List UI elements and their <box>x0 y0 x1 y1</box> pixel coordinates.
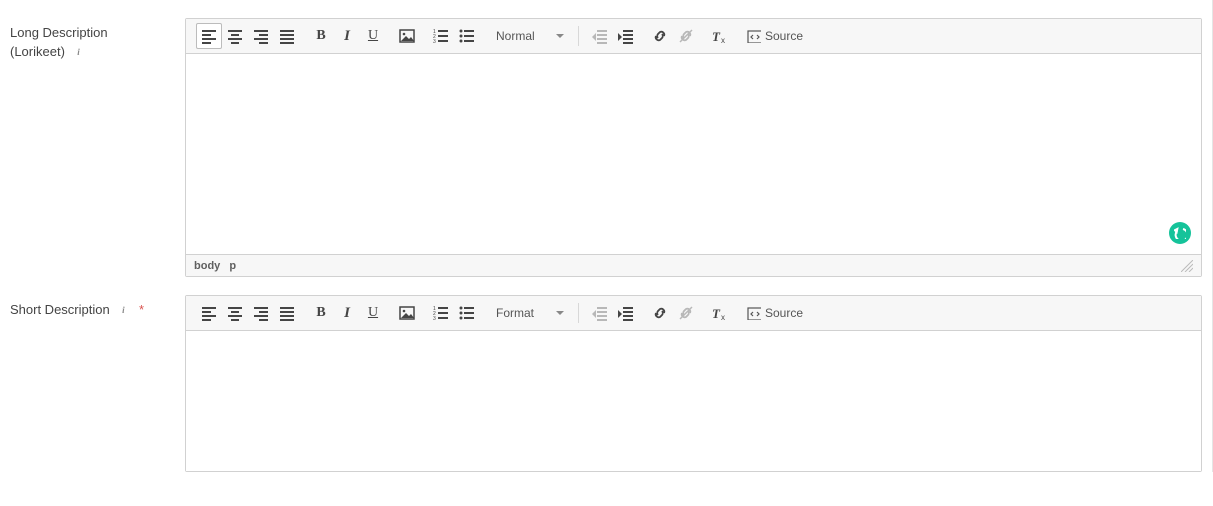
underline-button[interactable]: U <box>360 300 386 326</box>
bold-icon: B <box>316 305 325 321</box>
align-left-button[interactable] <box>196 23 222 49</box>
remove-format-button[interactable] <box>707 300 733 326</box>
indent-button[interactable] <box>613 23 639 49</box>
short-description-label: Short Description i * <box>10 295 185 320</box>
long-description-row: Long Description (Lorikeet) i B I U <box>10 18 1202 277</box>
remove-format-button[interactable] <box>707 23 733 49</box>
chevron-down-icon <box>556 311 564 315</box>
image-button[interactable] <box>394 23 420 49</box>
long-description-label: Long Description (Lorikeet) i <box>10 18 185 62</box>
element-path: body p <box>194 260 242 272</box>
bold-icon: B <box>316 28 325 44</box>
format-dropdown[interactable]: Normal <box>488 24 570 48</box>
short-description-editor: B I U Format <box>185 295 1202 472</box>
source-icon <box>747 306 761 320</box>
editor-status-bar: body p <box>186 254 1201 276</box>
unlink-button[interactable] <box>673 23 699 49</box>
link-button[interactable] <box>647 300 673 326</box>
toolbar-separator <box>578 303 579 323</box>
underline-button[interactable]: U <box>360 23 386 49</box>
source-button[interactable]: Source <box>741 23 809 49</box>
label-text-line2: (Lorikeet) <box>10 44 65 59</box>
unlink-button[interactable] <box>673 300 699 326</box>
resize-handle[interactable] <box>1181 260 1193 272</box>
bold-button[interactable]: B <box>308 300 334 326</box>
chevron-down-icon <box>556 34 564 38</box>
source-icon <box>747 29 761 43</box>
italic-icon: I <box>344 28 350 45</box>
format-dropdown[interactable]: Format <box>488 301 570 325</box>
italic-button[interactable]: I <box>334 300 360 326</box>
underline-icon: U <box>368 28 378 44</box>
label-text: Short Description <box>10 302 110 317</box>
path-body[interactable]: body <box>194 260 220 272</box>
indent-button[interactable] <box>613 300 639 326</box>
bullet-list-button[interactable] <box>454 300 480 326</box>
grammarly-icon <box>1174 227 1186 239</box>
numbered-list-button[interactable] <box>428 23 454 49</box>
required-indicator: * <box>139 302 144 317</box>
editor-toolbar: B I U Format <box>186 296 1201 331</box>
info-icon[interactable]: i <box>73 46 85 58</box>
align-center-button[interactable] <box>222 23 248 49</box>
label-text-line1: Long Description <box>10 25 108 40</box>
grammarly-badge[interactable] <box>1169 222 1191 244</box>
align-right-button[interactable] <box>248 23 274 49</box>
numbered-list-button[interactable] <box>428 300 454 326</box>
editor-content-area[interactable] <box>186 54 1201 254</box>
short-description-row: Short Description i * B I U <box>10 295 1202 472</box>
path-p[interactable]: p <box>229 260 236 272</box>
format-value: Normal <box>496 29 535 43</box>
editor-toolbar: B I U Normal <box>186 19 1201 54</box>
source-button[interactable]: Source <box>741 300 809 326</box>
bullet-list-button[interactable] <box>454 23 480 49</box>
toolbar-separator <box>578 26 579 46</box>
long-description-editor: B I U Normal <box>185 18 1202 277</box>
align-left-button[interactable] <box>196 300 222 326</box>
align-justify-button[interactable] <box>274 23 300 49</box>
outdent-button[interactable] <box>587 300 613 326</box>
source-label: Source <box>765 29 803 43</box>
align-justify-button[interactable] <box>274 300 300 326</box>
format-value: Format <box>496 306 534 320</box>
image-button[interactable] <box>394 300 420 326</box>
underline-icon: U <box>368 305 378 321</box>
italic-button[interactable]: I <box>334 23 360 49</box>
align-right-button[interactable] <box>248 300 274 326</box>
align-center-button[interactable] <box>222 300 248 326</box>
outdent-button[interactable] <box>587 23 613 49</box>
info-icon[interactable]: i <box>117 305 129 317</box>
editor-content-area[interactable] <box>186 331 1201 471</box>
source-label: Source <box>765 306 803 320</box>
link-button[interactable] <box>647 23 673 49</box>
italic-icon: I <box>344 305 350 322</box>
bold-button[interactable]: B <box>308 23 334 49</box>
